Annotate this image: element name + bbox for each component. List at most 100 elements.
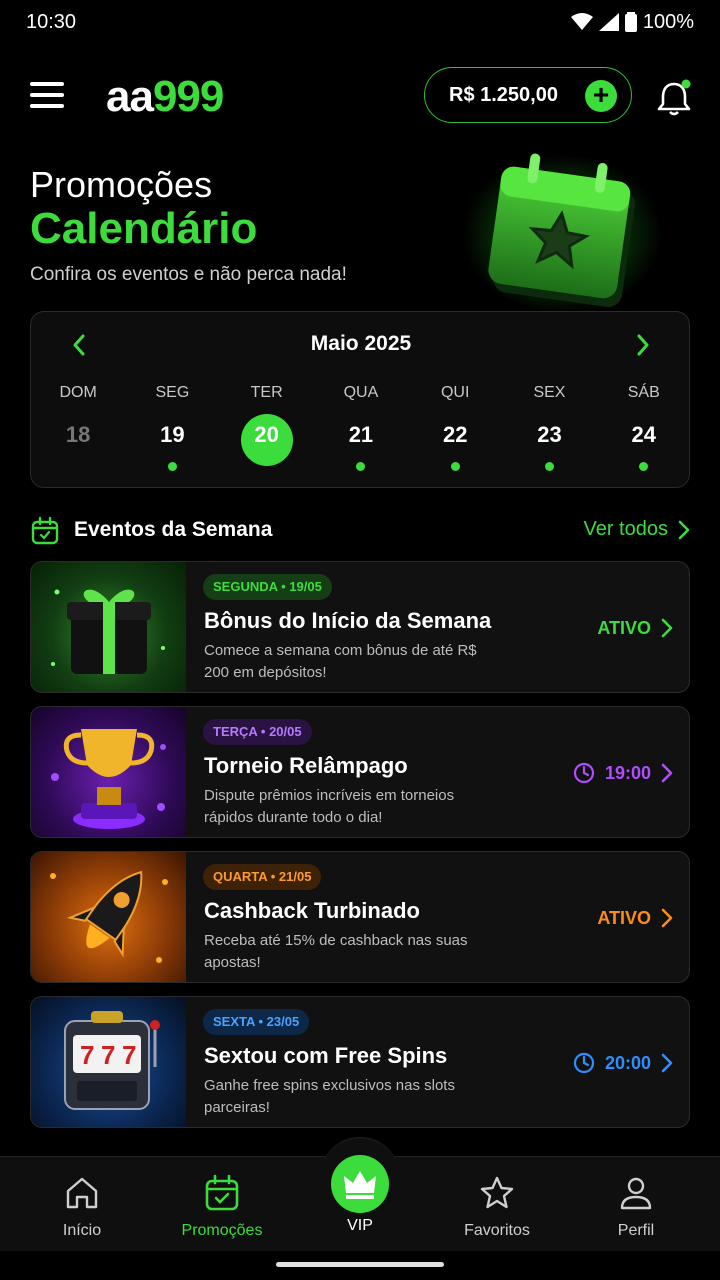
nav-favorites[interactable]: Favoritos [437,1157,557,1252]
calendar-day[interactable]: SÁB 24 [597,384,691,474]
day-number: 18 [65,422,91,447]
see-all-label: Ver todos [583,518,668,540]
day-number: 23 [537,422,562,447]
event-time-label: 19:00 [604,762,651,783]
status-bar: 10:30 100% [0,0,720,44]
svg-text:7: 7 [101,1040,115,1070]
calendar-days: DOM 18 SEG 19 TER 20 QUA 21 QUI 22 SEX 2… [31,384,691,474]
event-dot [167,462,177,471]
chevron-right-icon [678,520,690,539]
clock-icon [573,1052,595,1074]
star-icon [480,1176,514,1209]
day-number: 20 [254,422,279,447]
status-icons: 100% [570,10,694,34]
event-date-tag: QUARTA • 21/05 [203,864,322,890]
event-date-tag: SEGUNDA • 19/05 [203,574,332,600]
brand-logo[interactable]: aa999 [106,72,224,122]
day-of-week: SEX [533,384,566,401]
week-calendar: Maio 2025 DOM 18 SEG 19 TER 20 QUA 21 QU… [30,311,690,488]
calendar-day[interactable]: QUA 21 [314,384,408,474]
nav-vip[interactable]: VIP [300,1215,420,1252]
svg-text:7: 7 [80,1040,94,1070]
calendar-day[interactable]: SEG 19 [125,384,219,474]
chevron-right-icon [661,763,673,783]
hero-title: Promoções [30,164,213,205]
day-of-week: DOM [59,384,97,401]
event-date-tag: TERÇA • 20/05 [203,719,312,745]
event-title: Bônus do Início da Semana [204,608,492,633]
battery-level: 100% [642,10,694,33]
event-status: ATIVO [597,562,673,692]
crown-icon [344,1171,376,1199]
home-icon [66,1177,98,1209]
gift-box-image [31,562,186,692]
event-title: Cashback Turbinado [204,898,420,923]
nav-vip-label: VIP [347,1217,373,1234]
chevron-right-icon[interactable] [631,330,655,360]
user-icon [620,1177,652,1210]
calendar-icon [31,516,59,545]
event-dot [450,462,460,471]
trophy-image [31,707,186,837]
event-card[interactable]: QUARTA • 21/05 Cashback Turbinado Receba… [30,851,690,983]
balance-amount: R$ 1.250,00 [449,83,558,106]
day-number: 24 [631,422,656,447]
calendar-day[interactable]: DOM 18 [31,384,125,474]
calendar-icon [205,1174,239,1211]
signal-icon [598,13,619,31]
event-card[interactable]: 7 7 7 SEXTA • 23/05 Sextou com Free Spin… [30,996,690,1128]
day-of-week: TER [250,384,283,401]
status-time: 10:30 [26,10,77,33]
see-all-link[interactable]: Ver todos [583,518,690,541]
event-time-label: 20:00 [604,1052,651,1073]
event-description: Dispute prêmios incríveis em torneios rá… [204,787,455,826]
event-card[interactable]: TERÇA • 20/05 Torneio Relâmpago Dispute … [30,706,690,838]
gesture-home-bar[interactable] [276,1262,444,1267]
add-funds-icon[interactable]: + [585,80,617,112]
event-dot [544,462,554,471]
event-time: 19:00 [573,707,673,837]
day-of-week: QUA [343,384,379,401]
logo-number: 999 [152,72,224,121]
chevron-right-icon [661,908,673,928]
bell-icon[interactable] [654,78,694,118]
wifi-icon [570,13,593,30]
app-header: aa999 R$ 1.250,00 + [0,62,720,128]
nav-home[interactable]: Início [22,1157,142,1252]
balance-button[interactable]: R$ 1.250,00 + [424,67,632,123]
nav-promotions[interactable]: Promoções [162,1157,282,1252]
day-number: 21 [348,422,374,447]
calendar-day-selected[interactable]: TER 20 [220,384,314,474]
event-dot [639,462,649,471]
event-date-tag: SEXTA • 23/05 [203,1009,310,1035]
event-description: Ganhe free spins exclusivos nas slots pa… [204,1077,455,1116]
hero-section: Promoções Calendário Confira os eventos … [30,164,347,286]
event-status-label: ATIVO [597,907,651,928]
calendar-day[interactable]: QUI 22 [408,384,502,474]
battery-icon [624,12,637,32]
events-section-header: Eventos da Semana Ver todos [30,514,690,550]
calendar-star-illustration [462,144,662,314]
day-of-week: SÁB [627,384,660,401]
event-card[interactable]: SEGUNDA • 19/05 Bônus do Início da Seman… [30,561,690,693]
calendar-day[interactable]: SEX 23 [502,384,596,474]
nav-profile[interactable]: Perfil [576,1157,696,1252]
rocket-image [31,852,186,982]
section-title: Eventos da Semana [74,518,273,541]
day-number: 19 [160,422,185,447]
day-of-week: SEG [155,384,190,401]
nav-promotions-label: Promoções [181,1222,263,1239]
event-time: 20:00 [573,997,673,1127]
nav-profile-label: Perfil [617,1222,655,1239]
bottom-navigation: Início Promoções VIP Favoritos Perfil [0,1137,720,1252]
nav-favorites-label: Favoritos [464,1222,530,1239]
hero-highlight: Calendário [30,204,258,253]
event-description: Comece a semana com bônus de até R$ 200 … [204,642,477,681]
menu-icon[interactable] [30,82,64,108]
event-title: Sextou com Free Spins [204,1043,448,1068]
chevron-right-icon [661,1053,673,1073]
svg-text:7: 7 [122,1040,136,1070]
event-description: Receba até 15% de cashback nas suas apos… [204,932,468,971]
vip-button[interactable] [331,1155,389,1213]
clock-icon [573,762,595,784]
